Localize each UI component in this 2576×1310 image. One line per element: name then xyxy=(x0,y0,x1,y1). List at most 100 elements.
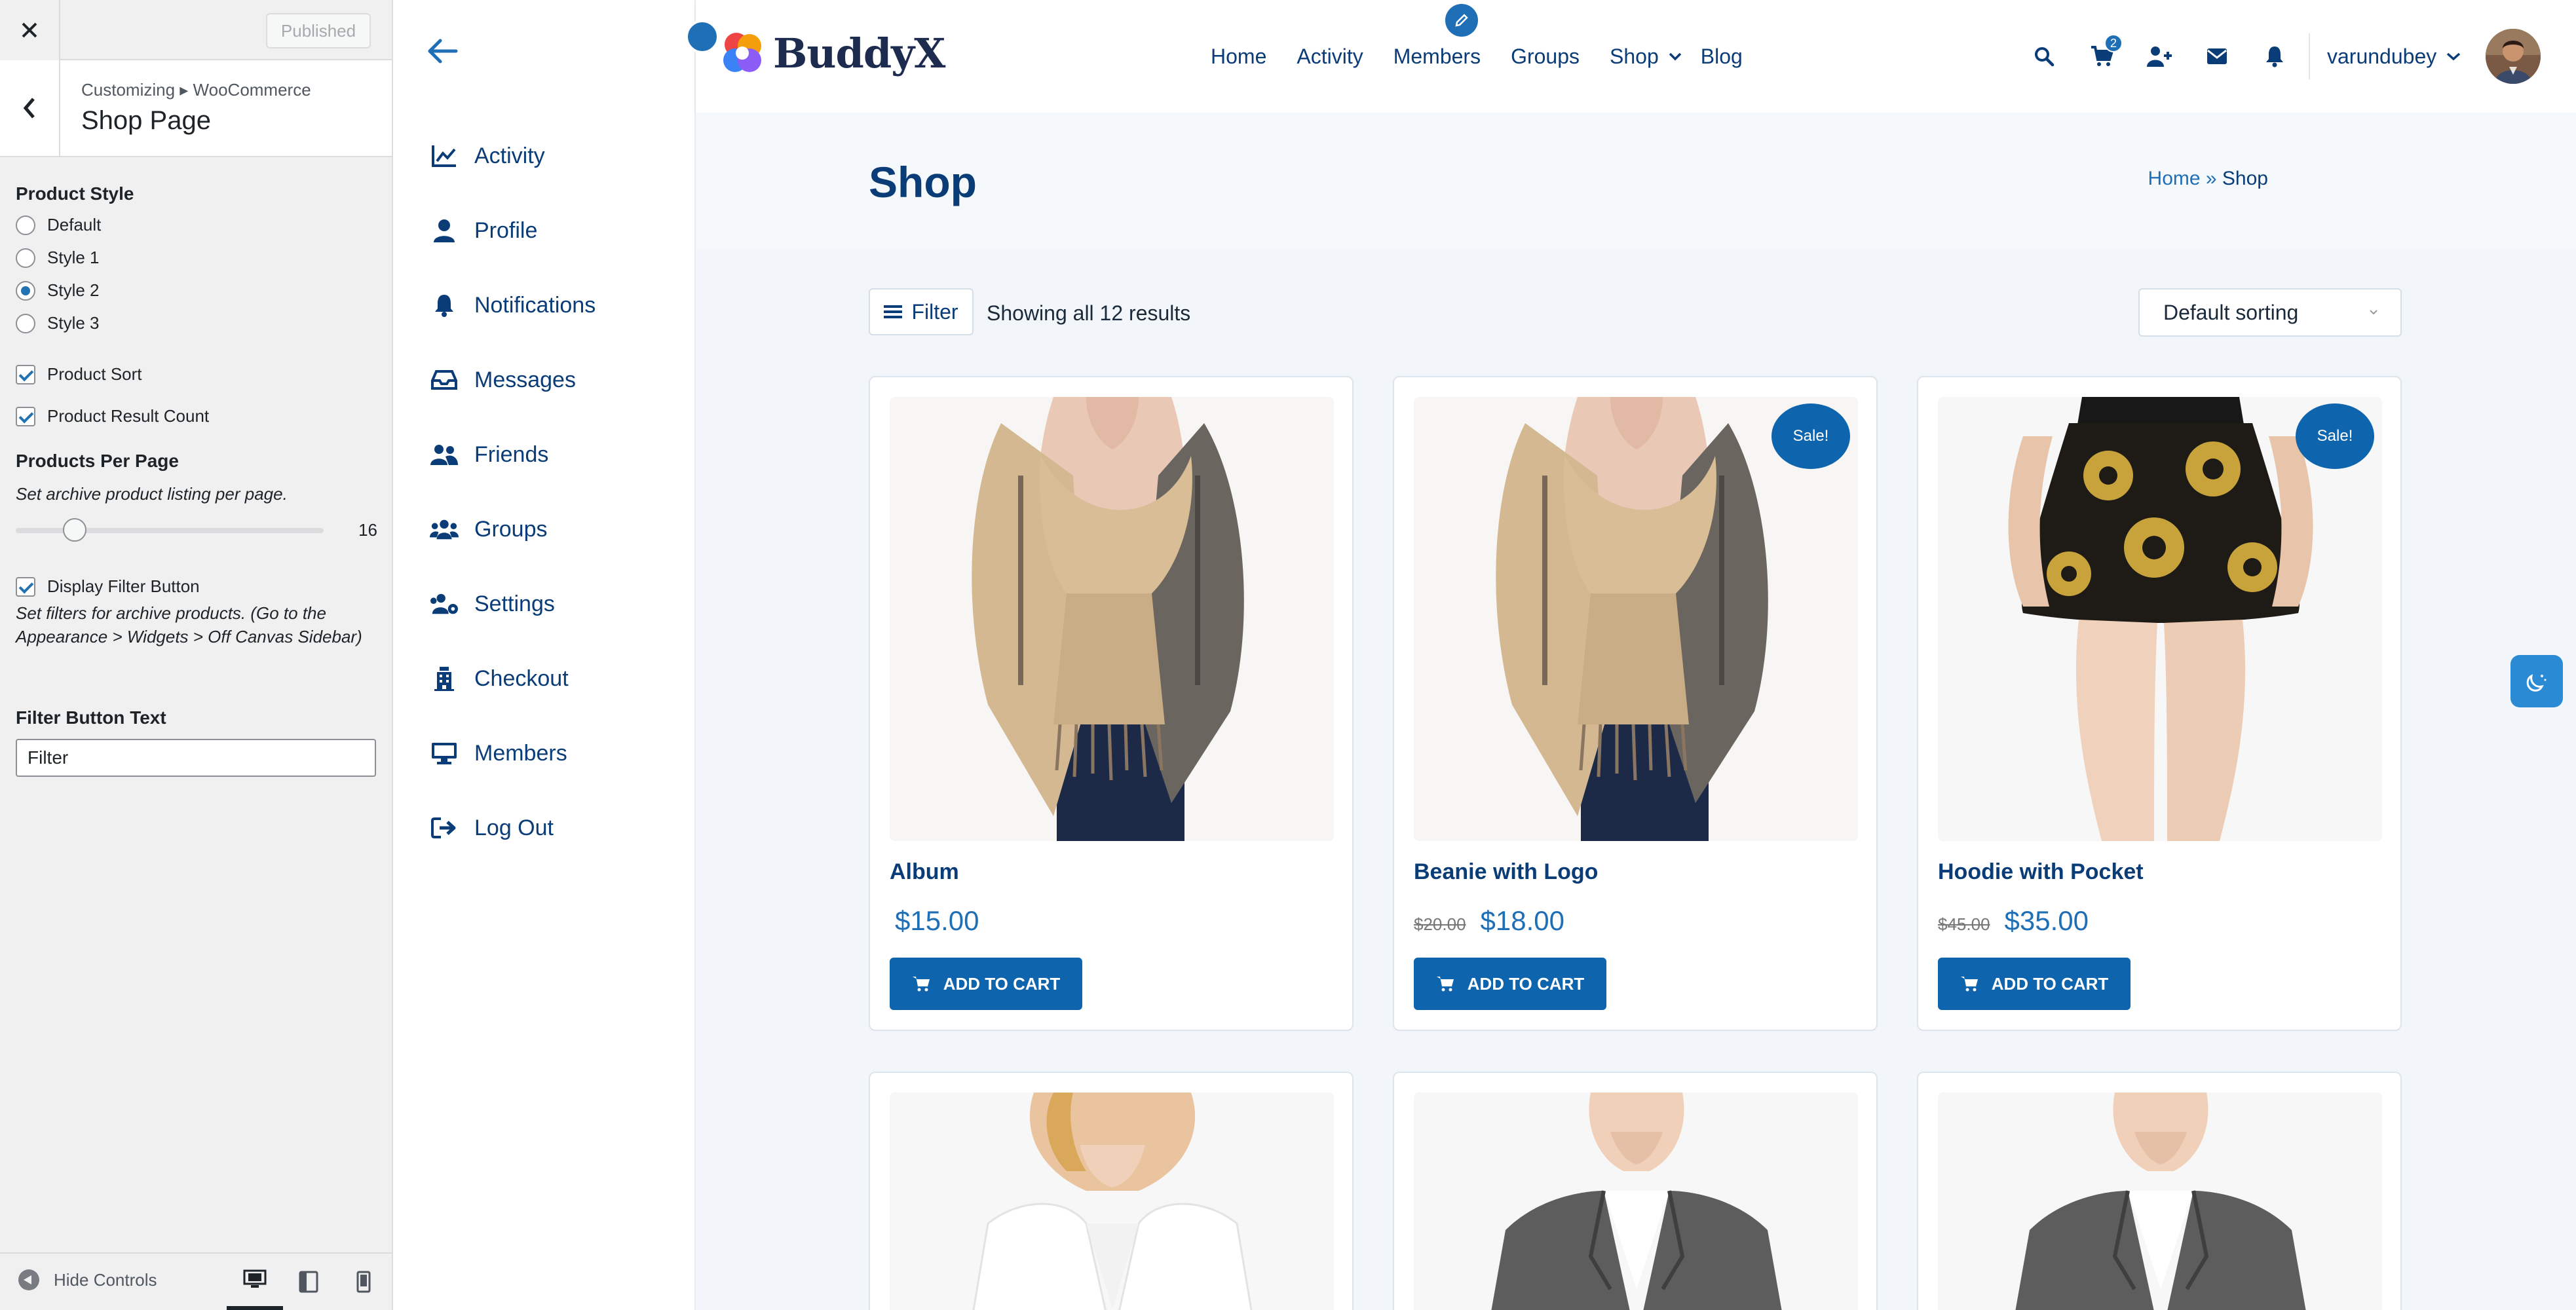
per-page-slider[interactable] xyxy=(16,518,324,542)
back-button[interactable] xyxy=(0,60,60,156)
menu-activity[interactable]: Activity xyxy=(430,141,545,170)
users-icon xyxy=(430,515,459,544)
breadcrumb-home[interactable]: Home xyxy=(2148,168,2201,189)
menu-logout[interactable]: Log Out xyxy=(430,814,554,842)
nav-members[interactable]: Members xyxy=(1393,45,1481,69)
result-count-toggle[interactable]: Product Result Count xyxy=(16,406,209,426)
menu-profile[interactable]: Profile xyxy=(430,216,537,245)
product-image[interactable] xyxy=(890,397,1334,841)
site-logo[interactable]: BuddyX xyxy=(719,29,945,77)
product-title[interactable]: Hoodie with Pocket xyxy=(1938,859,2144,885)
bell-icon[interactable] xyxy=(2260,42,2289,71)
product-title[interactable]: Album xyxy=(890,859,959,885)
option-label: Default xyxy=(47,215,102,234)
product-image[interactable] xyxy=(1414,1093,1858,1310)
inbox-icon xyxy=(430,365,459,394)
result-count: Showing all 12 results xyxy=(987,301,1191,325)
menu-checkout[interactable]: Checkout xyxy=(430,664,569,693)
menu-label: Members xyxy=(474,740,567,766)
username-menu[interactable]: varundubey xyxy=(2327,45,2436,69)
section-title: Shop Page xyxy=(81,106,211,135)
display-filter-toggle[interactable]: Display Filter Button xyxy=(16,576,200,597)
style-option-style3[interactable]: Style 3 xyxy=(16,313,100,333)
header-actions: 2 varundubey xyxy=(2030,0,2461,113)
per-page-heading: Products Per Page xyxy=(16,451,179,471)
add-to-cart-button[interactable]: ADD TO CART xyxy=(890,958,1082,1010)
product-title[interactable]: Beanie with Logo xyxy=(1414,859,1598,885)
product-image[interactable] xyxy=(890,1093,1334,1310)
sort-select[interactable]: Default sorting xyxy=(2138,288,2402,337)
style-option-default[interactable]: Default xyxy=(16,215,101,235)
filter-text-heading: Filter Button Text xyxy=(16,707,166,728)
chevron-down-icon[interactable] xyxy=(2446,52,2461,61)
display-filter-checkbox[interactable] xyxy=(16,576,35,597)
menu-label: Activity xyxy=(474,143,545,168)
current-price: $35.00 xyxy=(2004,905,2089,936)
cart-icon xyxy=(1436,977,1454,992)
add-to-cart-button[interactable]: ADD TO CART xyxy=(1938,958,2131,1010)
dark-mode-toggle[interactable] xyxy=(2510,655,2563,707)
original-price: $45.00 xyxy=(1938,914,1990,934)
menu-groups[interactable]: Groups xyxy=(430,515,548,544)
app-root: Published Customizing ▸ WooCommerce Shop… xyxy=(0,0,2576,1310)
product-card: Sale! Hoodie with Pocket $45.00 $35.00 A… xyxy=(1917,376,2402,1031)
filter-button-label: Filter xyxy=(911,299,958,324)
menu-messages[interactable]: Messages xyxy=(430,365,576,394)
edit-shortcut-icon[interactable] xyxy=(685,20,719,54)
radio-style3[interactable] xyxy=(16,313,35,333)
radio-style1[interactable] xyxy=(16,248,35,268)
style-option-style1[interactable]: Style 1 xyxy=(16,248,100,268)
jacket-product-image xyxy=(890,1093,1334,1310)
published-button[interactable]: Published xyxy=(266,13,371,48)
hide-controls-button[interactable]: Hide Controls xyxy=(18,1269,157,1290)
close-customizer-button[interactable] xyxy=(0,0,60,60)
avatar[interactable] xyxy=(2486,29,2541,84)
chevron-left-icon xyxy=(23,98,35,119)
menu-friends[interactable]: Friends xyxy=(430,440,548,469)
tablet-preview-button[interactable] xyxy=(280,1254,337,1310)
product-sort-toggle[interactable]: Product Sort xyxy=(16,364,142,384)
add-to-cart-button[interactable]: ADD TO CART xyxy=(1414,958,1606,1010)
add-friend-icon[interactable] xyxy=(2145,42,2174,71)
radio-style2[interactable] xyxy=(16,280,35,301)
close-icon xyxy=(22,22,37,38)
search-icon[interactable] xyxy=(2030,42,2058,71)
close-menu-button[interactable] xyxy=(426,37,459,69)
arrow-left-icon xyxy=(428,39,458,64)
nav-groups[interactable]: Groups xyxy=(1511,45,1580,69)
style-option-style2[interactable]: Style 2 xyxy=(16,280,100,301)
nav-home[interactable]: Home xyxy=(1211,45,1266,69)
building-icon xyxy=(430,664,459,693)
nav-activity[interactable]: Activity xyxy=(1297,45,1363,69)
filter-text-input[interactable] xyxy=(16,739,376,777)
radio-default[interactable] xyxy=(16,215,35,235)
slider-thumb[interactable] xyxy=(63,518,86,542)
page-title: Shop xyxy=(869,158,977,206)
profile-side-menu: Activity Profile Notifications Messages … xyxy=(393,0,696,1310)
add-to-cart-label: ADD TO CART xyxy=(943,973,1061,994)
user-icon xyxy=(430,216,459,245)
breadcrumb: Home » Shop xyxy=(2148,168,2268,190)
display-filter-description: Set filters for archive products. (Go to… xyxy=(16,603,362,646)
menu-settings[interactable]: Settings xyxy=(430,590,555,618)
mobile-preview-button[interactable] xyxy=(335,1254,392,1310)
product-card: Sale! Beanie with Logo $20.00 $18.00 ADD… xyxy=(1393,376,1878,1031)
cart-icon[interactable]: 2 xyxy=(2087,34,2123,71)
menu-notifications[interactable]: Notifications xyxy=(430,291,596,320)
filter-button[interactable]: Filter xyxy=(869,288,974,335)
customizer-panel: Published Customizing ▸ WooCommerce Shop… xyxy=(0,0,393,1310)
product-sort-checkbox[interactable] xyxy=(16,364,35,384)
checkbox-label: Display Filter Button xyxy=(47,576,200,596)
envelope-icon[interactable] xyxy=(2203,42,2231,71)
original-price: $20.00 xyxy=(1414,914,1466,934)
product-image[interactable] xyxy=(1938,1093,2382,1310)
result-count-checkbox[interactable] xyxy=(16,406,35,426)
menu-members[interactable]: Members xyxy=(430,739,567,768)
nav-shop[interactable]: Shop xyxy=(1610,45,1659,69)
menu-label: Messages xyxy=(474,367,576,392)
nav-blog[interactable]: Blog xyxy=(1701,45,1743,69)
desktop-icon xyxy=(430,739,459,768)
chevron-down-icon[interactable] xyxy=(1668,52,1682,61)
desktop-preview-button[interactable] xyxy=(227,1254,283,1310)
menu-label: Groups xyxy=(474,516,548,542)
